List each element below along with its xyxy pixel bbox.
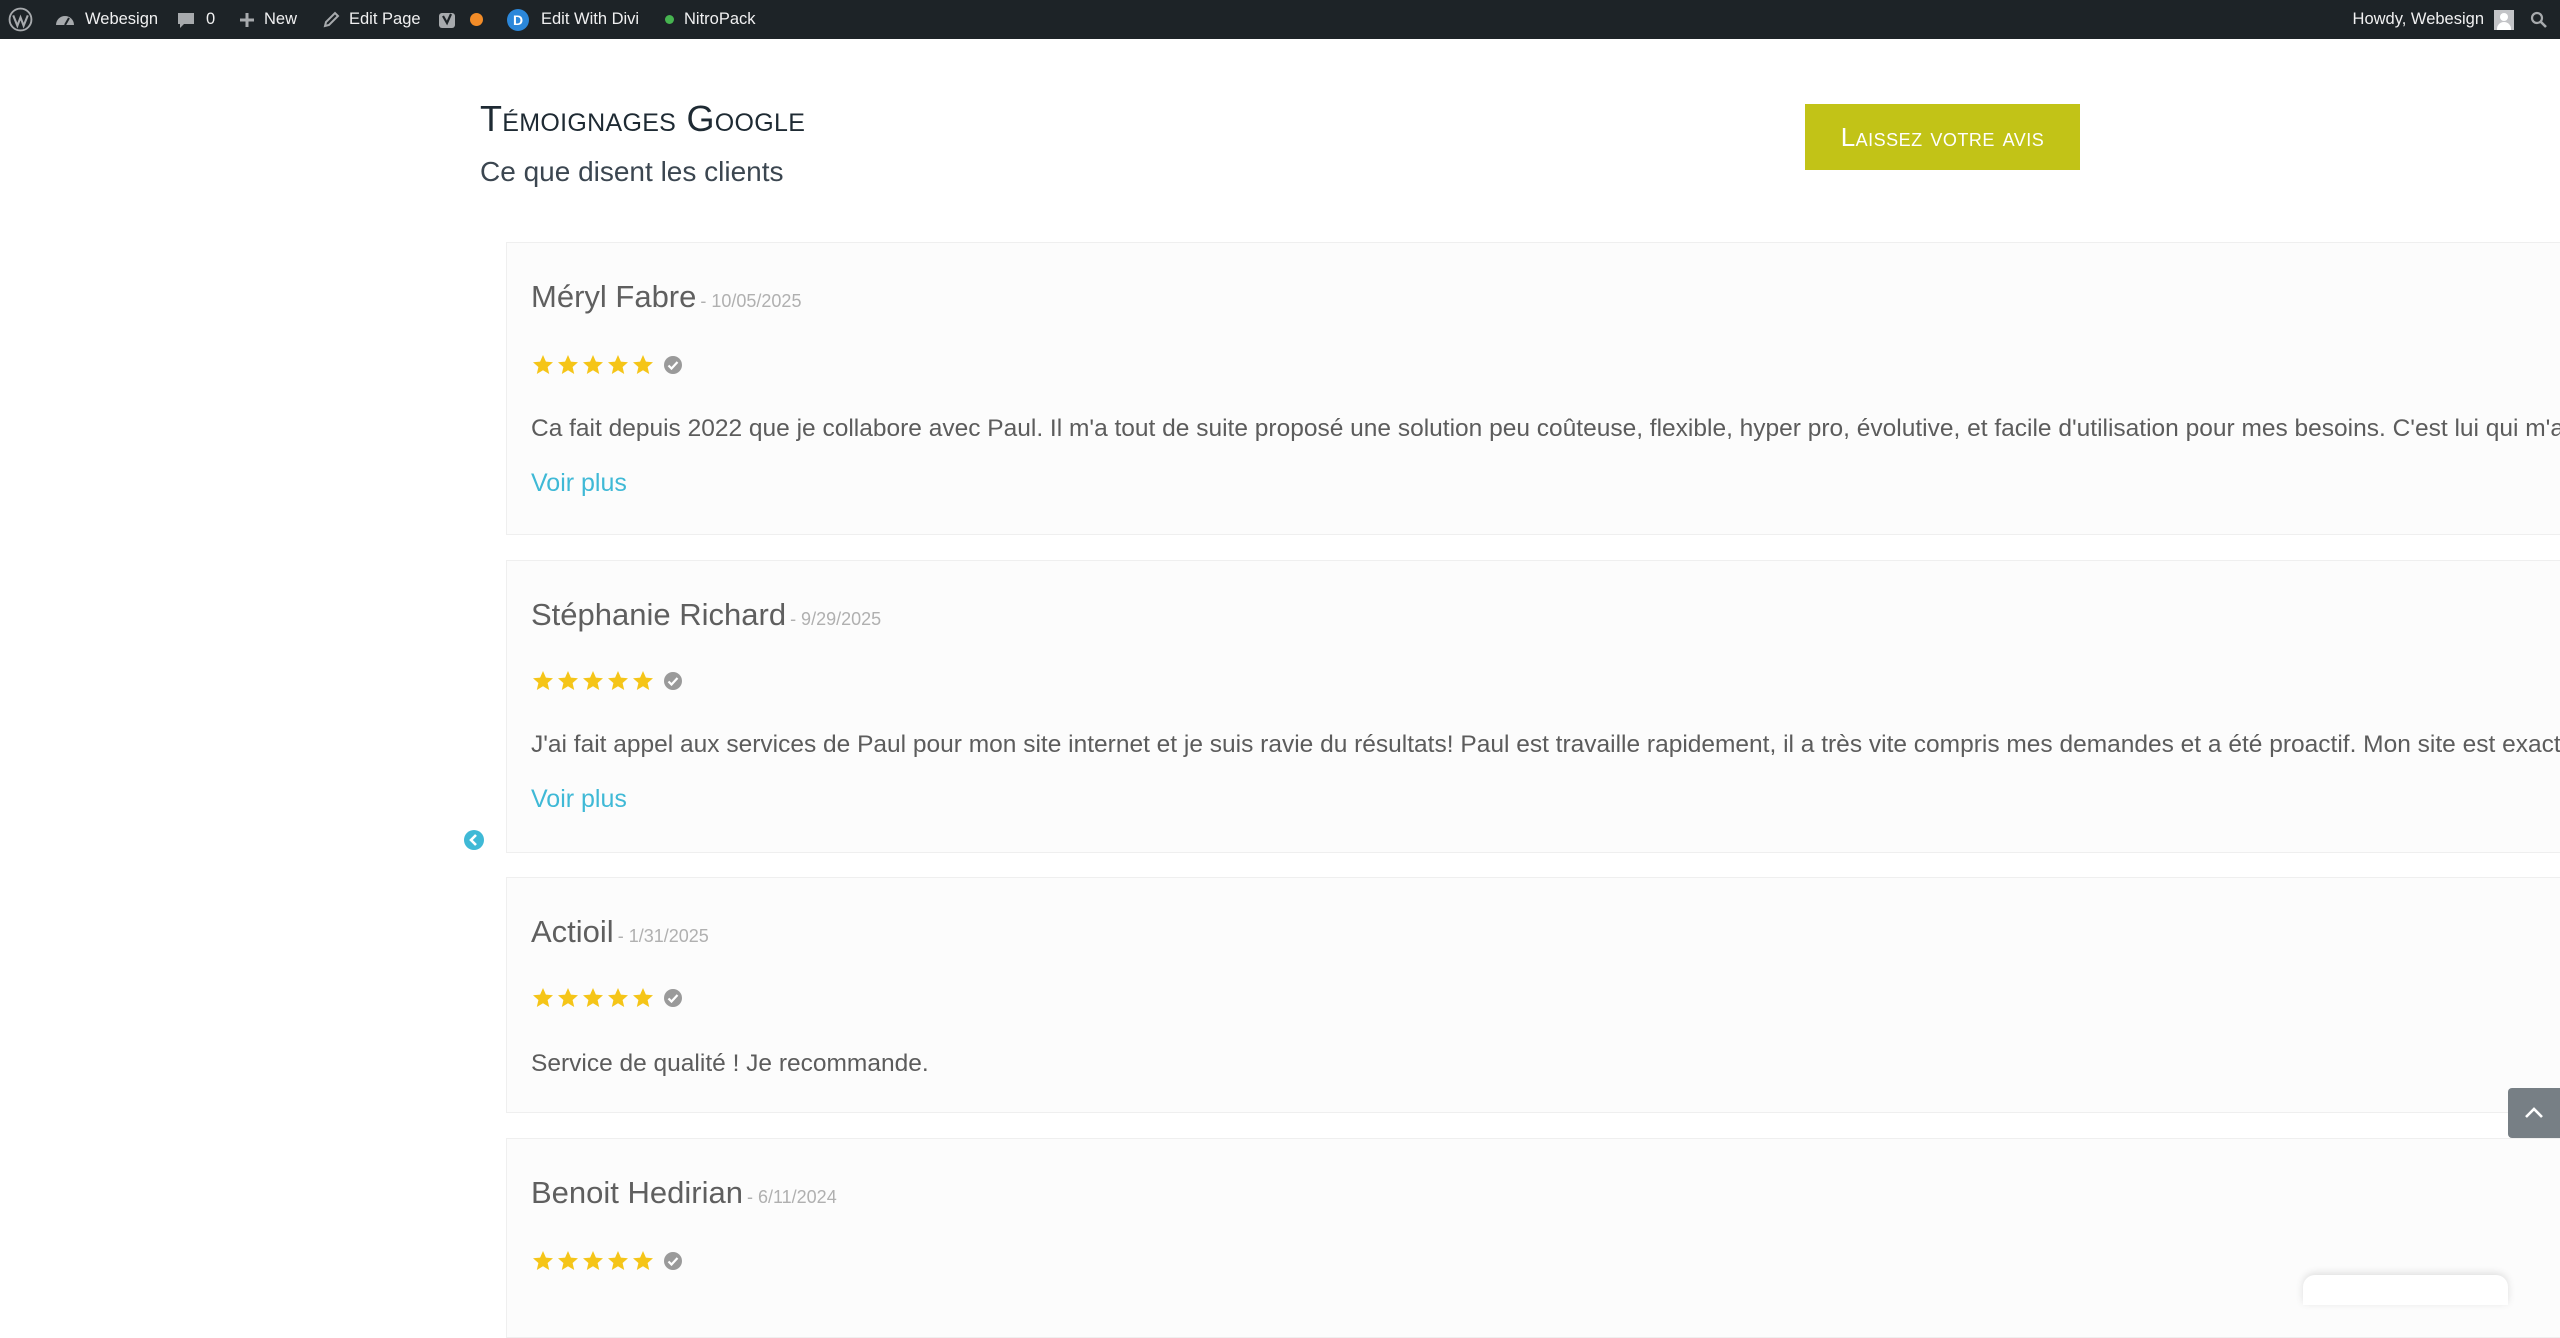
star-icon (608, 1251, 628, 1270)
floating-widget[interactable] (2303, 1275, 2508, 1305)
nitropack-label: NitroPack (684, 10, 756, 28)
review-date: - 9/29/2025 (790, 609, 882, 629)
page-title: Témoignages Google (480, 98, 806, 139)
divi-logo-icon: D (507, 8, 529, 31)
comment-icon (178, 12, 194, 28)
review-text: Service de qualité ! Je recommande. (531, 1050, 929, 1077)
star-icon (608, 355, 628, 374)
chevron-left-circle-icon (464, 830, 484, 850)
review-card: Actioil - 1/31/2025 Service de qualité ! J… (506, 877, 2560, 1113)
star-icon (608, 988, 628, 1007)
scroll-to-top-button[interactable] (2508, 1088, 2560, 1138)
howdy-label: Howdy, Webesign (2352, 10, 2484, 28)
site-name-label: Webesign (85, 10, 159, 28)
review-header: Benoit Hedirian - 6/11/2024 (531, 1175, 837, 1211)
review-card: Méryl Fabre - 10/05/2025 Ca fait depuis 20… (506, 242, 2560, 535)
plus-icon (240, 12, 254, 27)
verified-icon (664, 1252, 682, 1270)
seo-status-dot (470, 13, 483, 26)
review-header: Actioil - 1/31/2025 (531, 914, 709, 950)
reviewer-name: Méryl Fabre (531, 279, 697, 314)
page-subtitle: Ce que disent les clients (480, 156, 784, 187)
new-label: New (264, 10, 298, 28)
star-icon (558, 355, 578, 374)
star-icon (558, 671, 578, 690)
star-icon (633, 1251, 653, 1270)
edit-page-link[interactable]: Edit Page (322, 0, 421, 39)
verified-icon (664, 356, 682, 374)
comments-count: 0 (206, 10, 216, 28)
reviewer-name: Benoit Hedirian (531, 1175, 743, 1210)
wordpress-logo-button[interactable] (8, 0, 33, 39)
star-icon (633, 355, 653, 374)
review-date: - 10/05/2025 (700, 291, 802, 311)
avatar (2494, 9, 2514, 30)
verified-icon (664, 989, 682, 1007)
star-rating (531, 353, 683, 377)
star-icon (533, 671, 553, 690)
wordpress-icon (8, 7, 33, 32)
review-text: Ca fait depuis 2022 que je collabore ave… (531, 415, 2560, 442)
leave-review-button[interactable]: Laissez votre avis (1805, 104, 2080, 170)
review-text: J'ai fait appel aux services de Paul pou… (531, 731, 2560, 758)
nitropack-menu[interactable]: NitroPack (665, 0, 756, 39)
star-icon (633, 671, 653, 690)
edit-page-label: Edit Page (349, 10, 421, 28)
edit-with-divi-label: Edit With Divi (541, 10, 640, 28)
star-icon (583, 988, 603, 1007)
read-more-link[interactable]: Voir plus (531, 469, 627, 498)
reviewer-name: Stéphanie Richard (531, 597, 787, 632)
search-button[interactable] (2530, 0, 2548, 39)
star-icon (533, 1251, 553, 1270)
admin-bar: Webesign 0 New Edit Page D Edit With Div… (0, 0, 2560, 39)
yoast-seo-menu[interactable] (438, 0, 483, 39)
star-rating (531, 669, 683, 693)
star-icon (583, 671, 603, 690)
previous-button[interactable] (463, 829, 485, 851)
yoast-icon (439, 12, 455, 28)
comments-link[interactable]: 0 (176, 0, 215, 39)
pencil-icon (323, 11, 340, 27)
star-icon (558, 1251, 578, 1270)
review-header: Méryl Fabre - 10/05/2025 (531, 279, 801, 315)
read-more-link[interactable]: Voir plus (531, 785, 627, 814)
review-card: Benoit Hedirian - 6/11/2024 (506, 1138, 2560, 1338)
star-icon (558, 988, 578, 1007)
star-icon (633, 988, 653, 1007)
star-icon (583, 355, 603, 374)
dashboard-icon (56, 15, 74, 25)
review-header: Stéphanie Richard - 9/29/2025 (531, 597, 881, 633)
chevron-up-icon (2525, 1107, 2543, 1118)
star-rating (531, 986, 683, 1010)
edit-with-divi-link[interactable]: D Edit With Divi (507, 0, 639, 39)
reviewer-name: Actioil (531, 914, 614, 949)
new-content-menu[interactable]: New (238, 0, 297, 39)
search-icon (2530, 11, 2547, 28)
admin-bar-right: Howdy, Webesign (2353, 0, 2560, 39)
review-card: Stéphanie Richard - 9/29/2025 J'ai fait ap… (506, 560, 2560, 853)
star-icon (583, 1251, 603, 1270)
star-icon (608, 671, 628, 690)
star-rating (531, 1249, 683, 1273)
nitropack-status-dot (665, 15, 674, 24)
site-name-link[interactable]: Webesign (54, 0, 158, 39)
star-icon (533, 988, 553, 1007)
review-date: - 1/31/2025 (617, 926, 709, 946)
my-account-menu[interactable]: Howdy, Webesign (2353, 0, 2514, 39)
star-icon (533, 355, 553, 374)
verified-icon (664, 672, 682, 690)
review-date: - 6/11/2024 (746, 1187, 837, 1207)
